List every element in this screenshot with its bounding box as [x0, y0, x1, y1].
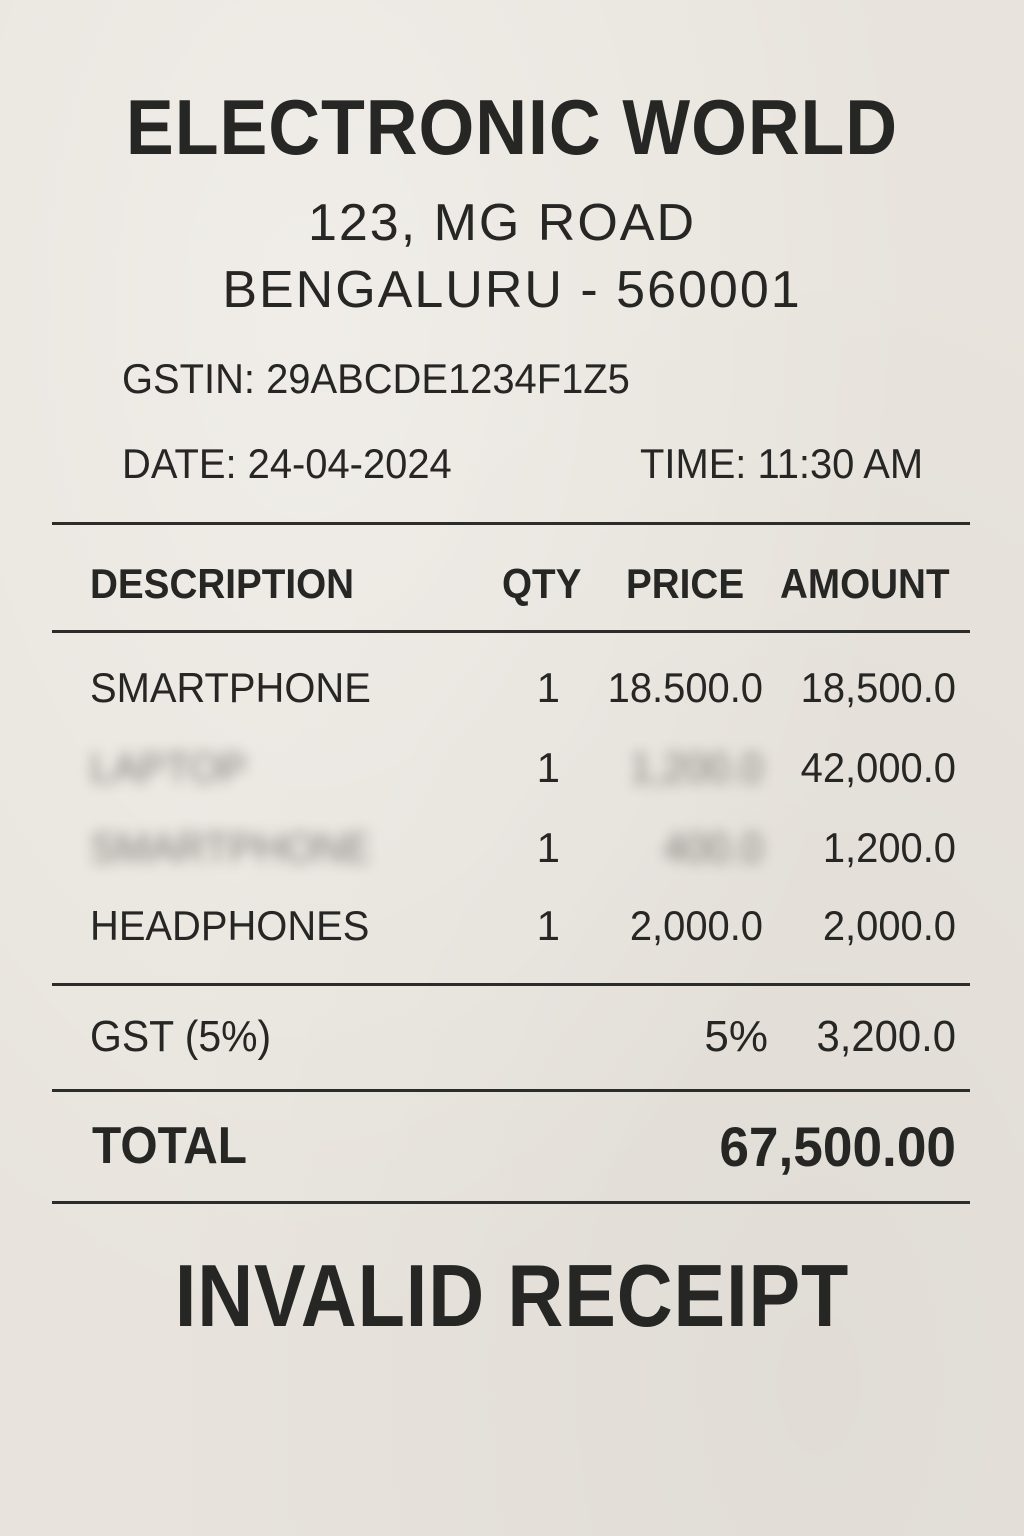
gst-rate: 5% — [704, 1012, 768, 1061]
gstin: GSTIN: 29ABCDE1234F1Z5 — [122, 355, 630, 402]
column-header-amount: AMOUNT — [780, 560, 950, 607]
item-description: LAPTOP — [90, 744, 247, 791]
item-price: 2,000.0 — [629, 902, 763, 949]
divider — [52, 522, 970, 525]
column-header-price: PRICE — [626, 560, 745, 607]
divider — [52, 630, 970, 633]
item-price: 1,200.0 — [629, 744, 763, 791]
receipt-date: DATE: 24-04-2024 — [122, 440, 452, 487]
item-price: 400.0 — [663, 824, 763, 871]
total-label: TOTAL — [92, 1117, 248, 1175]
total-value: 67,500.00 — [719, 1115, 956, 1178]
item-description: HEADPHONES — [90, 902, 370, 949]
receipt-time: TIME: 11:30 AM — [640, 440, 924, 487]
address-line-2: BENGALURU - 560001 — [222, 261, 802, 319]
item-description: SMARTPHONE — [90, 664, 371, 711]
column-header-description: DESCRIPTION — [90, 560, 355, 607]
item-amount: 42,000.0 — [800, 744, 956, 791]
address-line-1: 123, MG ROAD — [307, 194, 697, 252]
divider — [52, 983, 970, 986]
item-description: SMARTPHONE — [90, 824, 371, 871]
gst-amount: 3,200.0 — [816, 1012, 956, 1061]
receipt: ELECTRONIC WORLD 123, MG ROAD BENGALURU … — [0, 0, 1024, 1536]
divider — [52, 1201, 970, 1204]
gst-label: GST (5%) — [90, 1012, 272, 1061]
item-price: 18.500.0 — [607, 664, 763, 711]
item-amount: 1,200.0 — [822, 824, 956, 871]
divider — [52, 1089, 970, 1092]
item-qty: 1 — [536, 902, 560, 949]
column-header-qty: QTY — [502, 560, 582, 607]
item-amount: 18,500.0 — [800, 664, 956, 711]
item-qty: 1 — [536, 824, 560, 871]
item-qty: 1 — [536, 744, 560, 791]
item-amount: 2,000.0 — [822, 902, 956, 949]
item-qty: 1 — [536, 664, 560, 711]
store-name: ELECTRONIC WORLD — [125, 83, 899, 171]
invalid-receipt-stamp: INVALID RECEIPT — [174, 1246, 850, 1345]
